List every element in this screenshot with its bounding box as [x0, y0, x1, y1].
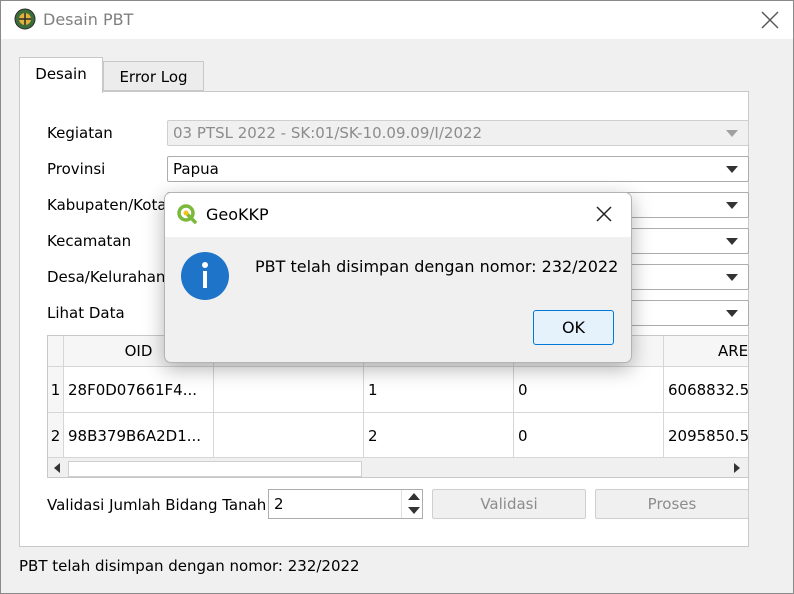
table-cell[interactable]: 0: [514, 367, 664, 413]
chevron-down-icon: [726, 310, 738, 317]
kegiatan-value: 03 PTSL 2022 - SK:01/SK-10.09.09/I/2022: [173, 124, 483, 142]
spinbox-value: 2: [274, 495, 284, 513]
desa-label: Desa/Kelurahan: [47, 268, 166, 286]
table-cell[interactable]: 28F0D07661F4...: [64, 367, 214, 413]
table-cell[interactable]: [214, 367, 364, 413]
column-header-area[interactable]: ARE: [664, 336, 748, 367]
dialog-title: GeoKKP: [206, 205, 269, 224]
info-icon: [181, 252, 229, 300]
qgis-logo-icon: [177, 204, 197, 224]
scroll-right-icon[interactable]: [734, 463, 740, 473]
validasi-label: Validasi Jumlah Bidang Tanah: [47, 496, 267, 514]
lihat-data-label: Lihat Data: [47, 304, 125, 322]
geokkp-message-dialog: GeoKKP PBT telah disimpan dengan nomor: …: [164, 192, 632, 363]
table-cell[interactable]: 6068832.5: [664, 367, 748, 413]
table-cell[interactable]: 1: [364, 367, 514, 413]
chevron-down-icon: [726, 274, 738, 281]
validasi-button[interactable]: Validasi: [432, 489, 586, 519]
table-cell[interactable]: [214, 413, 364, 459]
chevron-down-icon: [726, 130, 738, 137]
scrollbar-thumb[interactable]: [68, 461, 362, 477]
kabupaten-label: Kabupaten/Kota: [47, 196, 167, 214]
row-number[interactable]: 1: [48, 367, 64, 413]
chevron-down-icon: [726, 238, 738, 245]
table-cell[interactable]: 0: [514, 413, 664, 459]
horizontal-scrollbar[interactable]: [48, 457, 748, 477]
kecamatan-label: Kecamatan: [47, 232, 132, 250]
table-cell[interactable]: 2: [364, 413, 514, 459]
kegiatan-label: Kegiatan: [47, 124, 113, 142]
corner-header: [48, 336, 64, 367]
status-bar-text: PBT telah disimpan dengan nomor: 232/202…: [19, 557, 360, 575]
spin-up-icon[interactable]: [408, 493, 420, 500]
dialog-message: PBT telah disimpan dengan nomor: 232/202…: [255, 257, 619, 276]
provinsi-value: Papua: [173, 160, 219, 178]
proses-button[interactable]: Proses: [595, 489, 749, 519]
spinbox-divider: [401, 490, 402, 518]
table-cell[interactable]: 2095850.5: [664, 413, 748, 459]
chevron-down-icon: [726, 166, 738, 173]
spin-down-icon[interactable]: [408, 507, 420, 514]
close-icon[interactable]: [595, 205, 613, 223]
provinsi-dropdown[interactable]: Papua: [167, 156, 749, 182]
dialog-title-bar: GeoKKP: [165, 193, 631, 237]
app-globe-icon: [14, 8, 36, 30]
tab-desain[interactable]: Desain: [19, 57, 103, 93]
jumlah-bidang-spinbox[interactable]: 2: [268, 489, 423, 519]
tab-error-log[interactable]: Error Log: [103, 61, 204, 91]
row-number[interactable]: 2: [48, 413, 64, 459]
scroll-left-icon[interactable]: [54, 463, 60, 473]
close-icon[interactable]: [759, 9, 781, 31]
ok-button[interactable]: OK: [533, 310, 614, 345]
table-cell[interactable]: 98B379B6A2D1...: [64, 413, 214, 459]
provinsi-label: Provinsi: [47, 160, 106, 178]
window-title: Desain PBT: [43, 10, 134, 29]
kegiatan-dropdown: 03 PTSL 2022 - SK:01/SK-10.09.09/I/2022: [167, 120, 749, 146]
chevron-down-icon: [726, 202, 738, 209]
title-bar: Desain PBT: [1, 1, 793, 39]
